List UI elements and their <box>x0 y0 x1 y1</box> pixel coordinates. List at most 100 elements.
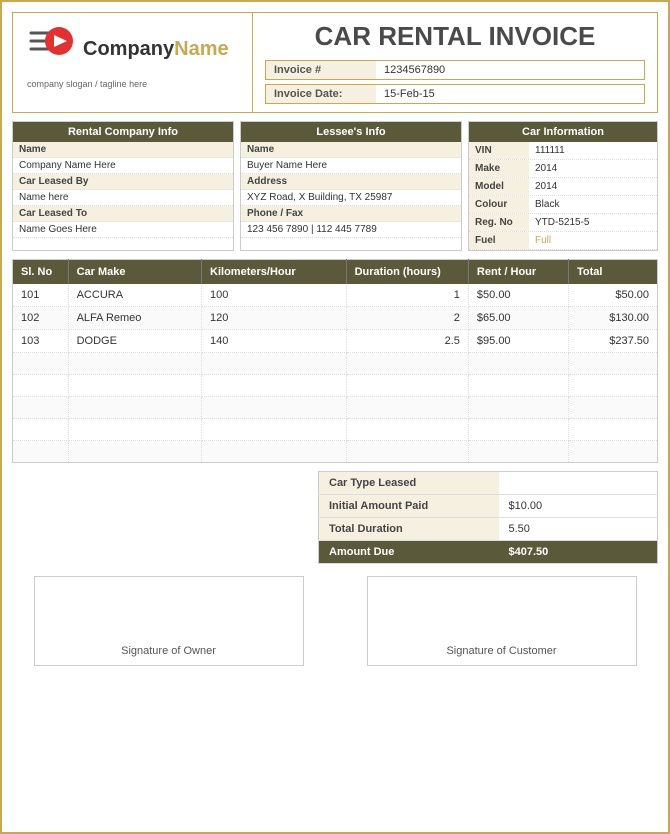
rental-name-value: Company Name Here <box>13 158 233 174</box>
rental-leased-by-value: Name here <box>13 190 233 206</box>
car-colour-label: Colour <box>469 196 529 213</box>
cell-total: $130.00 <box>568 307 657 330</box>
total-duration-value: 5.50 <box>499 518 658 541</box>
table-empty-row <box>13 419 658 441</box>
summary-table: Car Type Leased Initial Amount Paid $10.… <box>318 471 658 564</box>
initial-amount-value: $10.00 <box>499 495 658 518</box>
th-make: Car Make <box>68 260 201 285</box>
table-empty-row <box>13 375 658 397</box>
customer-signature-box: Signature of Customer <box>367 576 637 666</box>
table-empty-row <box>13 397 658 419</box>
car-model-label: Model <box>469 178 529 195</box>
cell-rent: $65.00 <box>468 307 568 330</box>
car-regno-label: Reg. No <box>469 214 529 231</box>
cell-empty <box>13 441 69 463</box>
cell-empty <box>13 353 69 375</box>
cell-duration: 1 <box>346 284 468 307</box>
rental-leased-to-value: Name Goes Here <box>13 222 233 238</box>
invoice-date-label: Invoice Date: <box>266 85 376 103</box>
summary-initial-amount-row: Initial Amount Paid $10.00 <box>319 495 658 518</box>
car-vin-value: 111111 <box>529 142 571 159</box>
car-type-label: Car Type Leased <box>319 472 499 495</box>
car-colour-row: Colour Black <box>469 196 657 214</box>
cell-rent: $50.00 <box>468 284 568 307</box>
cell-make: ACCURA <box>68 284 201 307</box>
car-vin-label: VIN <box>469 142 529 159</box>
car-fuel-row: Fuel Full <box>469 232 657 250</box>
rental-table: Sl. No Car Make Kilometers/Hour Duration… <box>12 259 658 463</box>
invoice-header: CompanyName company slogan / tagline her… <box>12 12 658 113</box>
rental-leased-to-label: Car Leased To <box>13 206 233 222</box>
customer-signature-label: Signature of Customer <box>446 645 556 657</box>
rental-name-label: Name <box>13 142 233 158</box>
summary-car-type-row: Car Type Leased <box>319 472 658 495</box>
cell-total: $237.50 <box>568 330 657 353</box>
invoice-date-value: 15-Feb-15 <box>376 85 443 103</box>
table-row: 102 ALFA Remeo 120 2 $65.00 $130.00 <box>13 307 658 330</box>
table-empty-row <box>13 353 658 375</box>
th-total: Total <box>568 260 657 285</box>
th-km: Kilometers/Hour <box>202 260 347 285</box>
signature-section: Signature of Owner Signature of Customer <box>12 576 658 666</box>
car-info-header: Car Information <box>469 122 657 142</box>
cell-empty <box>13 397 69 419</box>
amount-due-label: Amount Due <box>319 541 499 564</box>
lessee-name-value: Buyer Name Here <box>241 158 461 174</box>
lessee-phone-value: 123 456 7890 | 112 445 7789 <box>241 222 461 238</box>
car-fuel-label: Fuel <box>469 232 529 249</box>
invoice-date-row: Invoice Date: 15-Feb-15 <box>265 84 645 104</box>
lessee-address-value: XYZ Road, X Building, TX 25987 <box>241 190 461 206</box>
car-vin-row: VIN 111111 <box>469 142 657 160</box>
lessee-header: Lessee's Info <box>241 122 461 142</box>
title-section: CAR RENTAL INVOICE Invoice # 1234567890 … <box>253 13 657 112</box>
owner-signature-box: Signature of Owner <box>34 576 304 666</box>
amount-due-value: $407.50 <box>499 541 658 564</box>
invoice-number-row: Invoice # 1234567890 <box>265 60 645 80</box>
cell-empty <box>13 419 69 441</box>
car-model-value: 2014 <box>529 178 563 195</box>
cell-make: DODGE <box>68 330 201 353</box>
cell-km: 100 <box>202 284 347 307</box>
summary-amount-due-row: Amount Due $407.50 <box>319 541 658 564</box>
invoice-number-value: 1234567890 <box>376 61 453 79</box>
total-duration-label: Total Duration <box>319 518 499 541</box>
car-make-value: 2014 <box>529 160 563 177</box>
car-make-row: Make 2014 <box>469 160 657 178</box>
table-row: 103 DODGE 140 2.5 $95.00 $237.50 <box>13 330 658 353</box>
initial-amount-label: Initial Amount Paid <box>319 495 499 518</box>
th-rent: Rent / Hour <box>468 260 568 285</box>
car-info-box: Car Information VIN 111111 Make 2014 Mod… <box>468 121 658 251</box>
lessee-phone-label: Phone / Fax <box>241 206 461 222</box>
cell-rent: $95.00 <box>468 330 568 353</box>
company-slogan: company slogan / tagline here <box>27 79 147 89</box>
rental-leased-by-label: Car Leased By <box>13 174 233 190</box>
th-slno: Sl. No <box>13 260 69 285</box>
car-make-label: Make <box>469 160 529 177</box>
logo-wrapper: CompanyName <box>23 23 229 75</box>
info-section: Rental Company Info Name Company Name He… <box>12 121 658 251</box>
invoice-title: CAR RENTAL INVOICE <box>265 21 645 52</box>
rental-company-box: Rental Company Info Name Company Name He… <box>12 121 234 251</box>
cell-km: 140 <box>202 330 347 353</box>
cell-duration: 2.5 <box>346 330 468 353</box>
car-model-row: Model 2014 <box>469 178 657 196</box>
cell-km: 120 <box>202 307 347 330</box>
th-duration: Duration (hours) <box>346 260 468 285</box>
table-body: 101 ACCURA 100 1 $50.00 $50.00 102 ALFA … <box>13 284 658 463</box>
cell-empty <box>13 375 69 397</box>
summary-total-duration-row: Total Duration 5.50 <box>319 518 658 541</box>
car-fuel-value: Full <box>529 232 557 249</box>
rental-company-header: Rental Company Info <box>13 122 233 142</box>
cell-slno: 101 <box>13 284 69 307</box>
table-row: 101 ACCURA 100 1 $50.00 $50.00 <box>13 284 658 307</box>
car-type-value <box>499 472 658 495</box>
cell-slno: 102 <box>13 307 69 330</box>
cell-slno: 103 <box>13 330 69 353</box>
cell-duration: 2 <box>346 307 468 330</box>
company-logo-icon <box>23 23 75 75</box>
table-empty-row <box>13 441 658 463</box>
car-regno-value: YTD-5215-5 <box>529 214 595 231</box>
cell-make: ALFA Remeo <box>68 307 201 330</box>
invoice-number-label: Invoice # <box>266 61 376 79</box>
invoice-meta: Invoice # 1234567890 Invoice Date: 15-Fe… <box>265 60 645 104</box>
